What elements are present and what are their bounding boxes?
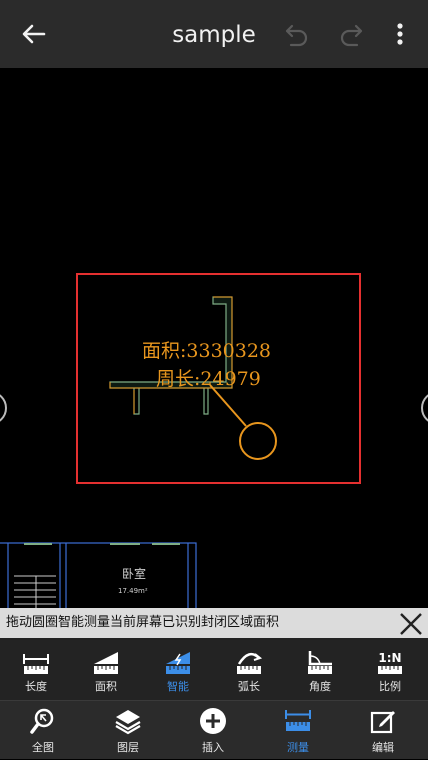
top-app-bar: sample: [0, 0, 428, 68]
perimeter-readout: 周长:24979: [156, 368, 261, 390]
area-readout: 面积:3330328: [142, 340, 272, 362]
left-edge-handle: [0, 394, 7, 422]
hint-bar: 拖动圆圈智能测量当前屏幕已识别封闭区域面积: [0, 608, 428, 638]
nav-label: 插入: [202, 741, 224, 754]
right-edge-handle: [421, 394, 428, 422]
tool-angle[interactable]: 角度: [290, 638, 350, 700]
tool-length[interactable]: 长度: [6, 638, 66, 700]
smart-measure-icon: [164, 648, 192, 676]
tool-label: 弧长: [238, 680, 260, 693]
arc-length-icon: [235, 648, 263, 676]
nav-label: 图层: [117, 741, 139, 754]
nav-label: 测量: [287, 741, 309, 754]
room-label: 卧室: [122, 567, 147, 581]
page-title: sample: [172, 22, 256, 48]
nav-measure[interactable]: 测量: [263, 701, 333, 760]
close-icon[interactable]: [398, 611, 424, 637]
nav-label: 全图: [32, 741, 54, 754]
measure-toolbar: 长度 面积 智能 弧长 角度 1:N 比例: [0, 638, 428, 700]
zoom-extent-icon: [29, 707, 57, 735]
measure-drag-handle: [239, 422, 277, 460]
more-vert-icon[interactable]: [388, 18, 412, 50]
svg-text:1:N: 1:N: [378, 651, 401, 665]
tool-arc-length[interactable]: 弧长: [219, 638, 279, 700]
tool-label: 长度: [25, 680, 47, 693]
angle-icon: [306, 648, 334, 676]
nav-full-view[interactable]: 全图: [8, 701, 78, 760]
back-arrow-icon[interactable]: [18, 18, 50, 50]
tool-label: 面积: [95, 680, 117, 693]
nav-edit[interactable]: 编辑: [348, 701, 418, 760]
drawing-canvas[interactable]: 面积:3330328 周长:24979 卧室 17.49m²: [0, 68, 428, 608]
layers-icon: [114, 707, 142, 735]
nav-label: 编辑: [372, 741, 394, 754]
tool-label: 角度: [309, 680, 331, 693]
undo-icon[interactable]: [283, 20, 311, 50]
tool-label: 智能: [167, 680, 189, 693]
hint-text: 拖动圆圈智能测量当前屏幕已识别封闭区域面积: [6, 615, 280, 630]
room-area-label: 17.49m²: [118, 587, 148, 595]
nav-layers[interactable]: 图层: [93, 701, 163, 760]
nav-insert[interactable]: 插入: [178, 701, 248, 760]
area-ruler-icon: [92, 648, 120, 676]
tool-scale[interactable]: 1:N 比例: [360, 638, 420, 700]
redo-icon[interactable]: [337, 20, 365, 50]
tool-area[interactable]: 面积: [76, 638, 136, 700]
edit-pencil-icon: [369, 707, 397, 735]
tool-smart[interactable]: 智能: [148, 638, 208, 700]
insert-plus-icon: [199, 707, 227, 735]
measure-ruler-icon: [284, 707, 312, 735]
length-ruler-icon: [22, 648, 50, 676]
bottom-nav: 全图 图层 插入 测量 编辑: [0, 700, 428, 759]
tool-label: 比例: [379, 680, 401, 693]
scale-icon: 1:N: [376, 648, 404, 676]
